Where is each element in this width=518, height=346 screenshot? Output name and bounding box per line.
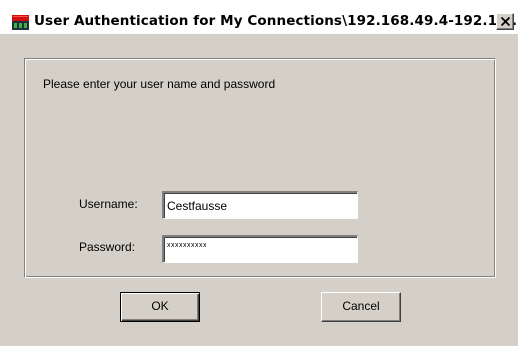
close-button[interactable] (496, 13, 514, 30)
auth-dialog-window: User Authentication for My Connections\1… (0, 0, 518, 346)
title-bar[interactable]: User Authentication for My Connections\1… (0, 0, 518, 34)
username-field[interactable]: Cestfausse (162, 191, 358, 219)
password-label: Password: (79, 240, 136, 254)
ok-button[interactable]: OK (120, 292, 200, 322)
username-label: Username: (79, 197, 138, 211)
cancel-button[interactable]: Cancel (321, 292, 401, 322)
close-icon (501, 17, 510, 26)
password-field[interactable]: xxxxxxxxxx (162, 235, 358, 263)
instruction-text: Please enter your user name and password (43, 77, 276, 91)
window-title: User Authentication for My Connections\1… (34, 13, 518, 29)
network-connection-icon (12, 15, 29, 30)
